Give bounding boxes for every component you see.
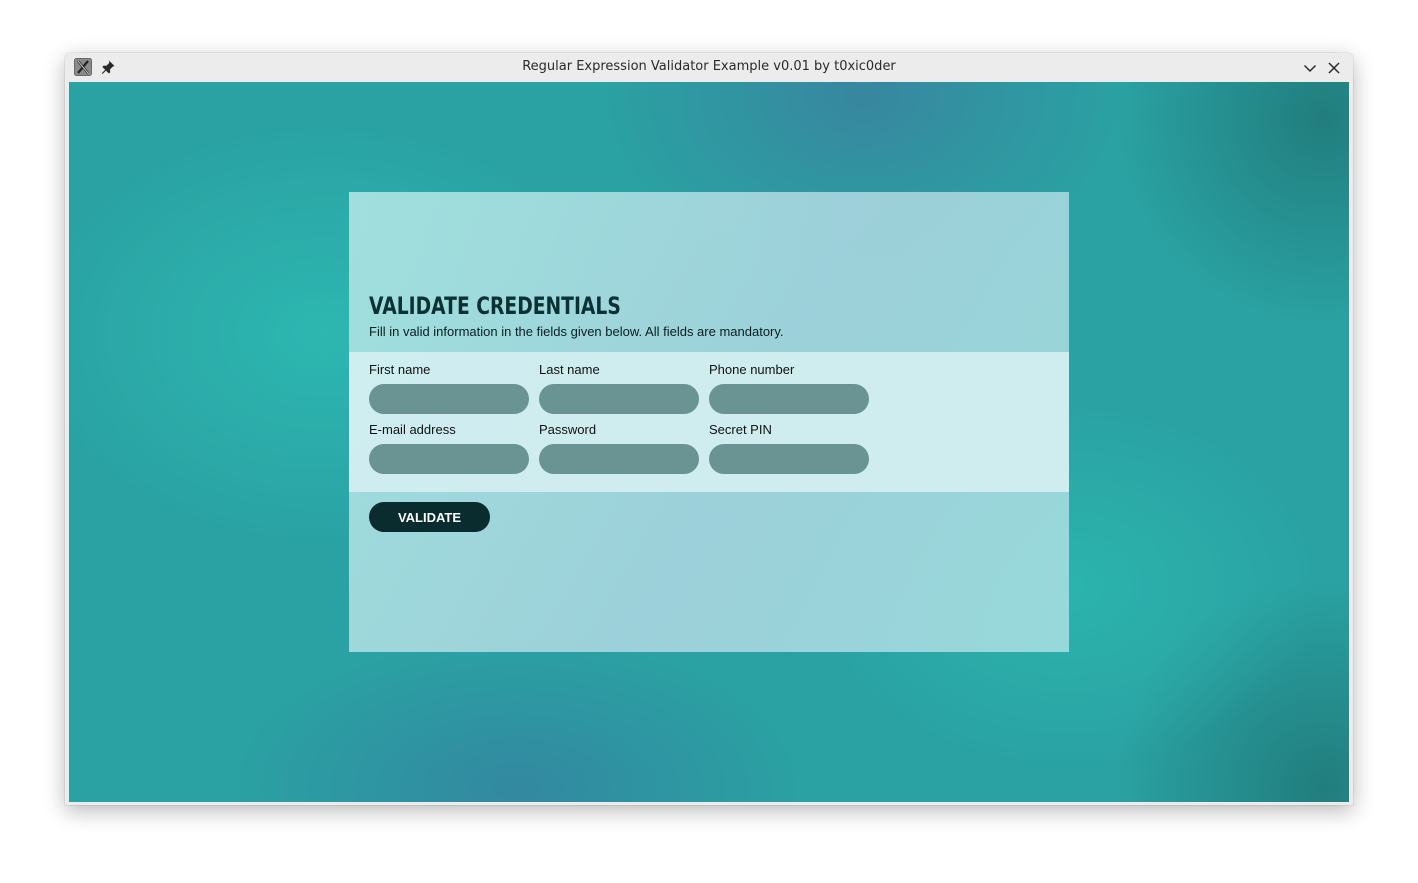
chevron-down-icon[interactable] <box>1301 59 1319 77</box>
phone-number-field-group: Phone number <box>709 362 869 414</box>
last-name-field-group: Last name <box>539 362 699 414</box>
panel-header: VALIDATE CREDENTIALS Fill in valid infor… <box>349 192 1069 352</box>
secret-pin-field-group: Secret PIN <box>709 422 869 474</box>
close-icon[interactable] <box>1325 59 1343 77</box>
app-window: Regular Expression Validator Example v0.… <box>65 53 1353 805</box>
fields-section: First name Last name Phone number E-mail… <box>349 352 1069 492</box>
window-content: VALIDATE CREDENTIALS Fill in valid infor… <box>69 82 1349 802</box>
email-label: E-mail address <box>369 422 456 437</box>
window-title: Regular Expression Validator Example v0.… <box>522 59 896 74</box>
phone-number-input[interactable] <box>709 384 869 414</box>
title-bar[interactable]: Regular Expression Validator Example v0.… <box>65 53 1353 82</box>
last-name-label: Last name <box>539 362 600 377</box>
validate-button[interactable]: VALIDATE <box>369 502 490 532</box>
password-field-group: Password <box>539 422 699 474</box>
last-name-input[interactable] <box>539 384 699 414</box>
page-subtitle: Fill in valid information in the fields … <box>369 324 784 339</box>
secret-pin-label: Secret PIN <box>709 422 772 437</box>
credentials-panel: VALIDATE CREDENTIALS Fill in valid infor… <box>349 192 1069 652</box>
password-input[interactable] <box>539 444 699 474</box>
first-name-input[interactable] <box>369 384 529 414</box>
first-name-field-group: First name <box>369 362 529 414</box>
page-title: VALIDATE CREDENTIALS <box>369 292 621 320</box>
first-name-label: First name <box>369 362 431 377</box>
phone-number-label: Phone number <box>709 362 795 377</box>
email-input[interactable] <box>369 444 529 474</box>
email-field-group: E-mail address <box>369 422 529 474</box>
password-label: Password <box>539 422 597 437</box>
secret-pin-input[interactable] <box>709 444 869 474</box>
